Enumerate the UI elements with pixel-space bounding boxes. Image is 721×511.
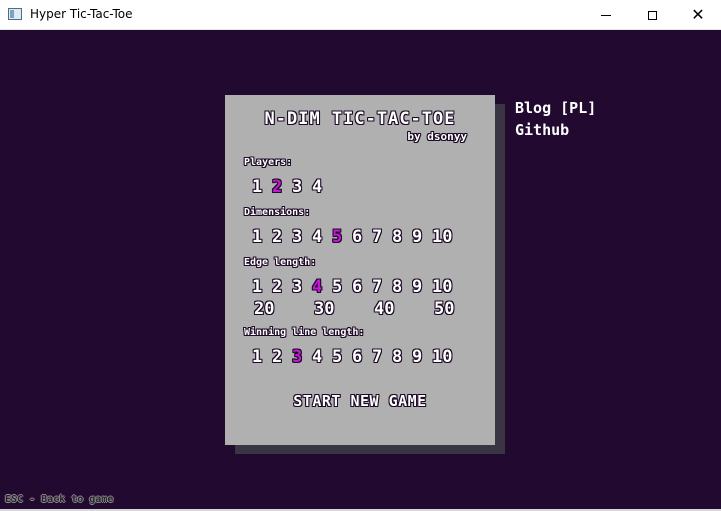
winning-line-options: 1 2 3 4 5 6 7 8 9 10: [252, 347, 452, 367]
option-6[interactable]: 6: [352, 277, 372, 297]
option-1[interactable]: 1: [252, 227, 272, 247]
option-10[interactable]: 10: [432, 227, 452, 247]
option-8[interactable]: 8: [392, 347, 412, 367]
window-title: Hyper Tic-Tac-Toe: [30, 7, 133, 21]
game-canvas: N-DIM TIC-TAC-TOE by dsonyy Players: 123…: [0, 30, 721, 511]
menu-panel: N-DIM TIC-TAC-TOE by dsonyy Players: 123…: [225, 95, 495, 445]
escape-hint: ESC - Back to game: [5, 494, 114, 505]
option-9[interactable]: 9: [412, 227, 432, 247]
edge-length-label: Edge length:: [244, 257, 317, 268]
players-options: 1234: [252, 177, 332, 197]
app-icon: [8, 8, 22, 20]
edge-length-options: 1 2 3 4 5 6 7 8 9 10: [252, 277, 452, 297]
menu-title: N-DIM TIC-TAC-TOE: [264, 109, 456, 129]
option-5[interactable]: 5: [332, 227, 352, 247]
option-4[interactable]: 4: [312, 177, 332, 197]
maximize-icon: [647, 10, 657, 20]
github-link[interactable]: Github: [515, 121, 569, 139]
players-label: Players:: [244, 157, 293, 168]
winning-line-label: Winning line length:: [244, 327, 365, 338]
minimize-button[interactable]: [583, 0, 629, 30]
option-2[interactable]: 2: [272, 277, 292, 297]
option-6[interactable]: 6: [352, 347, 372, 367]
close-button[interactable]: ✕: [675, 0, 721, 30]
dimensions-label: Dimensions:: [244, 207, 311, 218]
option-10[interactable]: 10: [432, 347, 452, 367]
option-4[interactable]: 4: [312, 227, 332, 247]
option-30[interactable]: 30: [314, 299, 374, 319]
blog-link[interactable]: Blog [PL]: [515, 99, 596, 117]
option-10[interactable]: 10: [432, 277, 452, 297]
dimensions-options: 1 2 3 4 5 6 7 8 9 10: [252, 227, 452, 247]
option-5[interactable]: 5: [332, 277, 352, 297]
option-3[interactable]: 3: [292, 227, 312, 247]
option-2[interactable]: 2: [272, 227, 292, 247]
option-3[interactable]: 3: [292, 347, 312, 367]
author-byline: by dsonyy: [407, 130, 467, 143]
option-1[interactable]: 1: [252, 277, 272, 297]
option-3[interactable]: 3: [292, 177, 312, 197]
option-40[interactable]: 40: [374, 299, 434, 319]
option-7[interactable]: 7: [372, 227, 392, 247]
edge-length-extra-options: 20 30 40 50: [254, 299, 494, 319]
option-2[interactable]: 2: [272, 347, 292, 367]
title-bar: Hyper Tic-Tac-Toe ✕: [0, 0, 721, 30]
option-2[interactable]: 2: [272, 177, 292, 197]
option-8[interactable]: 8: [392, 227, 412, 247]
option-6[interactable]: 6: [352, 227, 372, 247]
option-7[interactable]: 7: [372, 347, 392, 367]
option-3[interactable]: 3: [292, 277, 312, 297]
close-icon: ✕: [691, 5, 705, 24]
option-20[interactable]: 20: [254, 299, 314, 319]
option-50[interactable]: 50: [434, 299, 494, 319]
option-1[interactable]: 1: [252, 177, 272, 197]
option-1[interactable]: 1: [252, 347, 272, 367]
option-4[interactable]: 4: [312, 277, 332, 297]
minimize-icon: [601, 14, 611, 16]
maximize-button[interactable]: [629, 0, 675, 30]
option-9[interactable]: 9: [412, 347, 432, 367]
option-4[interactable]: 4: [312, 347, 332, 367]
option-5[interactable]: 5: [332, 347, 352, 367]
option-7[interactable]: 7: [372, 277, 392, 297]
start-new-game-button[interactable]: START NEW GAME: [225, 392, 495, 410]
option-9[interactable]: 9: [412, 277, 432, 297]
option-8[interactable]: 8: [392, 277, 412, 297]
